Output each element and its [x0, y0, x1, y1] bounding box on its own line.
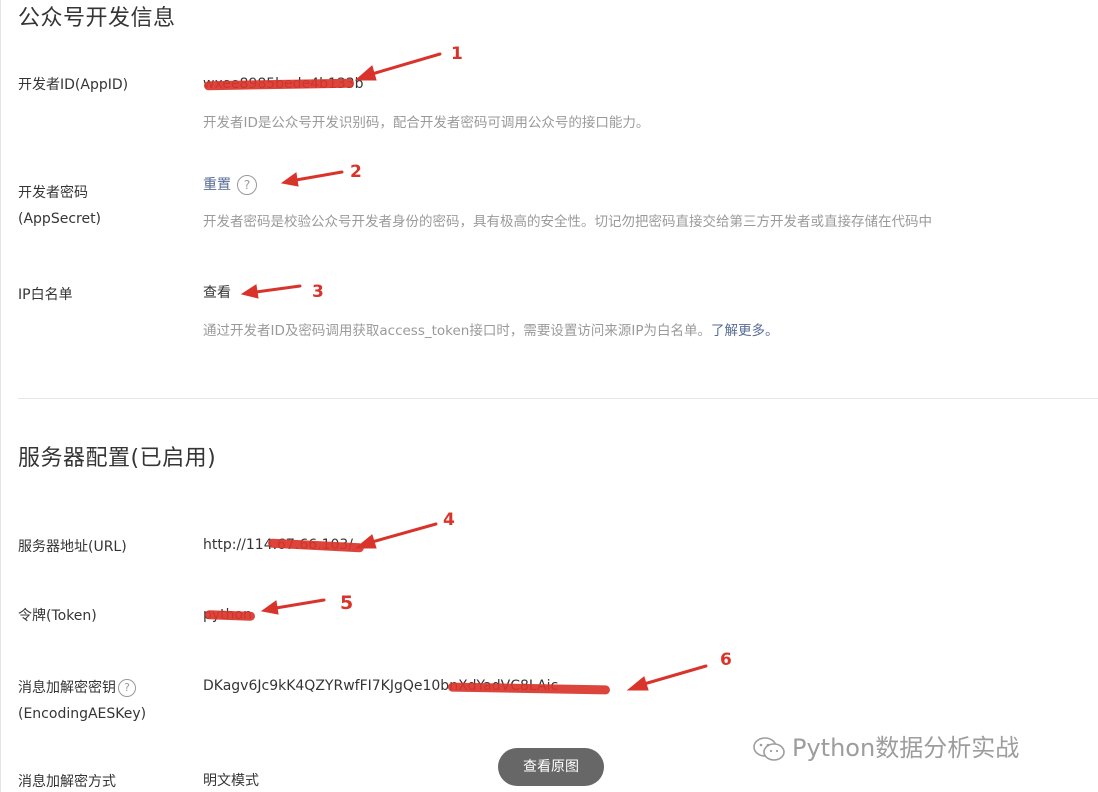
annotation-arrows	[240, 52, 708, 691]
watermark: Python数据分析实战	[752, 728, 1019, 763]
view-original-button[interactable]: 查看原图	[498, 748, 604, 786]
annotation-number-5: 5	[340, 592, 354, 614]
annotation-number-2: 2	[350, 162, 362, 182]
annotation-number-6: 6	[720, 650, 732, 670]
wechat-logo-icon	[753, 737, 785, 761]
annotation-number-4: 4	[443, 510, 455, 530]
annotation-number-3: 3	[312, 282, 324, 302]
watermark-text: Python数据分析实战	[792, 734, 1020, 762]
annotation-number-1: 1	[451, 44, 463, 64]
